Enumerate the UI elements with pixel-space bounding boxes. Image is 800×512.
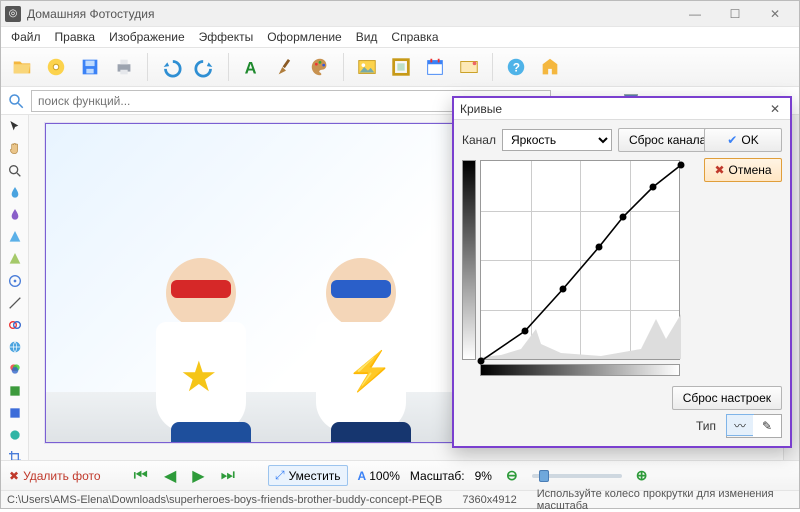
save-icon[interactable] xyxy=(75,52,105,82)
ok-button[interactable]: ✔OK xyxy=(704,128,782,152)
curve-grid[interactable] xyxy=(480,160,680,360)
vertical-gradient xyxy=(462,160,476,360)
main-toolbar: A ? xyxy=(1,47,799,87)
image-icon[interactable] xyxy=(352,52,382,82)
zoom-tool-icon[interactable] xyxy=(5,163,25,179)
menu-design[interactable]: Оформление xyxy=(261,28,347,46)
menu-file[interactable]: Файл xyxy=(5,28,47,46)
minimize-button[interactable]: ― xyxy=(675,1,715,27)
open-icon[interactable] xyxy=(7,52,37,82)
nav-first-icon[interactable]: ⏮ xyxy=(131,467,151,485)
rgb-tool-icon[interactable] xyxy=(5,361,25,377)
line-tool-icon[interactable] xyxy=(5,295,25,311)
help-icon[interactable]: ? xyxy=(501,52,531,82)
dialog-close-icon[interactable]: ✕ xyxy=(766,102,784,116)
left-toolbox xyxy=(1,115,29,468)
curve-point[interactable] xyxy=(650,184,657,191)
menubar: Файл Правка Изображение Эффекты Оформлен… xyxy=(1,27,799,47)
scale-value: 9% xyxy=(475,469,492,483)
curve-point[interactable] xyxy=(596,244,603,251)
curve-point[interactable] xyxy=(560,286,567,293)
channel-label: Канал xyxy=(462,133,496,147)
scale-label: Масштаб: xyxy=(410,469,465,483)
print-icon[interactable] xyxy=(109,52,139,82)
delete-icon: ✖ xyxy=(9,469,19,483)
redo-icon[interactable] xyxy=(190,52,220,82)
reset-settings-button[interactable]: Сброс настроек xyxy=(672,386,782,410)
pointer-tool-icon[interactable] xyxy=(5,119,25,135)
palette-icon[interactable] xyxy=(305,52,335,82)
curve-point[interactable] xyxy=(678,162,685,169)
menu-edit[interactable]: Правка xyxy=(49,28,102,46)
status-filepath: C:\Users\AMS-Elena\Downloads\superheroes… xyxy=(7,494,442,506)
nav-last-icon[interactable]: ⏭ xyxy=(218,467,238,485)
statusbar: C:\Users\AMS-Elena\Downloads\superheroes… xyxy=(1,490,799,508)
card-icon[interactable] xyxy=(454,52,484,82)
calendar-icon[interactable] xyxy=(420,52,450,82)
svg-text:?: ? xyxy=(513,61,520,75)
zoom-slider[interactable] xyxy=(532,474,622,478)
zoom-100-button[interactable]: A100% xyxy=(358,469,400,483)
status-hint: Используйте колесо прокрутки для изменен… xyxy=(537,488,793,512)
curves-dialog: Кривые ✕ Канал Яркость Сброс канала ✔OK … xyxy=(452,96,792,448)
status-dimensions: 7360x4912 xyxy=(462,494,516,506)
menu-view[interactable]: Вид xyxy=(350,28,384,46)
teal-tool-icon[interactable] xyxy=(5,427,25,443)
close-button[interactable]: ✕ xyxy=(755,1,795,27)
fit-button[interactable]: ⤢Уместить xyxy=(268,465,348,486)
curve-editor[interactable] xyxy=(462,160,782,360)
curve-point[interactable] xyxy=(478,358,485,365)
blue2-tool-icon[interactable] xyxy=(5,405,25,421)
shape2-tool-icon[interactable] xyxy=(5,251,25,267)
app-icon: ◎ xyxy=(5,6,21,22)
nav-prev-icon[interactable]: ◀ xyxy=(161,466,179,486)
target-tool-icon[interactable] xyxy=(5,273,25,289)
curve-type-toggle[interactable]: 〰 ✎ xyxy=(726,414,782,438)
svg-text:A: A xyxy=(245,59,257,77)
nav-next-icon[interactable]: ▶ xyxy=(189,466,207,486)
maximize-button[interactable]: ☐ xyxy=(715,1,755,27)
channel-select[interactable]: Яркость xyxy=(502,129,612,151)
reset-channel-button[interactable]: Сброс канала xyxy=(618,128,717,152)
titlebar: ◎ Домашняя Фотостудия ― ☐ ✕ xyxy=(1,1,799,27)
zoom-out-icon[interactable]: ⊖ xyxy=(502,466,522,485)
frame-icon[interactable] xyxy=(386,52,416,82)
eyedrop-blue-icon[interactable] xyxy=(5,185,25,201)
fit-icon: ⤢ xyxy=(275,468,285,483)
window-title: Домашняя Фотостудия xyxy=(27,7,675,21)
menu-effects[interactable]: Эффекты xyxy=(193,28,260,46)
undo-icon[interactable] xyxy=(156,52,186,82)
shape-tool-icon[interactable] xyxy=(5,229,25,245)
globe-tool-icon[interactable] xyxy=(5,339,25,355)
menu-help[interactable]: Справка xyxy=(385,28,444,46)
home-icon[interactable] xyxy=(535,52,565,82)
curve-point[interactable] xyxy=(620,214,627,221)
curve-type-pencil-icon[interactable]: ✎ xyxy=(753,415,781,437)
menu-image[interactable]: Изображение xyxy=(103,28,191,46)
delete-photo-button[interactable]: ✖Удалить фото xyxy=(9,469,101,483)
type-label: Тип xyxy=(696,419,716,433)
zoom-in-icon[interactable]: ⊕ xyxy=(632,466,652,485)
search-icon xyxy=(7,92,25,110)
horizontal-gradient xyxy=(480,364,680,376)
bottom-toolbar: ✖Удалить фото ⏮ ◀ ▶ ⏭ ⤢Уместить A100% Ма… xyxy=(1,460,799,490)
text-icon[interactable]: A xyxy=(237,52,267,82)
eyedrop-purple-icon[interactable] xyxy=(5,207,25,223)
cancel-button[interactable]: ✖Отмена xyxy=(704,158,782,182)
curve-point[interactable] xyxy=(522,328,529,335)
dialog-title: Кривые xyxy=(460,102,502,116)
curve-type-smooth-icon[interactable]: 〰 xyxy=(726,414,754,436)
rings-tool-icon[interactable] xyxy=(5,317,25,333)
hand-tool-icon[interactable] xyxy=(5,141,25,157)
green-tool-icon[interactable] xyxy=(5,383,25,399)
disc-icon[interactable] xyxy=(41,52,71,82)
dialog-titlebar[interactable]: Кривые ✕ xyxy=(454,98,790,120)
brush-icon[interactable] xyxy=(271,52,301,82)
